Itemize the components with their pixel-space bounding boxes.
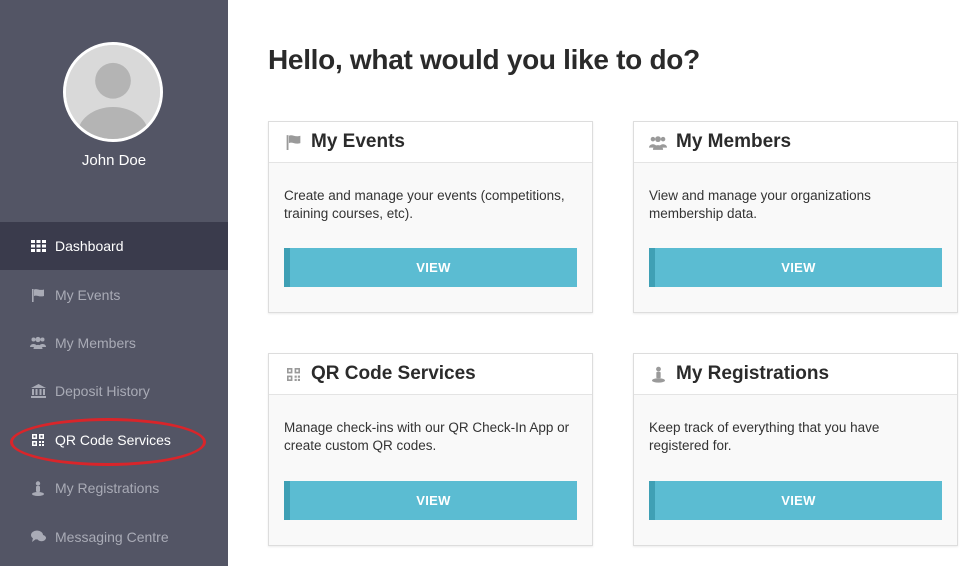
card-description: View and manage your organizations membe…: [649, 188, 871, 221]
sidebar-item-label: My Members: [55, 334, 136, 351]
main-content: Hello, what would you like to do? My Eve…: [228, 0, 973, 566]
qr-code-icon: [30, 432, 46, 448]
sidebar-item-my-events[interactable]: My Events: [0, 270, 228, 318]
card-title: My Members: [676, 131, 792, 152]
card-title: My Events: [311, 131, 405, 152]
flag-icon: [283, 133, 303, 151]
view-button[interactable]: VIEW: [649, 481, 942, 520]
user-name: John Doe: [81, 152, 147, 169]
card-header: QR Code Services: [269, 354, 592, 395]
view-button[interactable]: VIEW: [284, 248, 577, 287]
card-header: My Members: [634, 122, 957, 163]
card-title: QR Code Services: [311, 363, 476, 384]
card-title: My Registrations: [676, 363, 830, 384]
card-description: Keep track of everything that you have r…: [649, 420, 880, 453]
page-title: Hello, what would you like to do?: [268, 44, 700, 75]
users-icon: [30, 335, 46, 351]
sidebar: John Doe Dashboard My Events My Members …: [0, 0, 228, 566]
card-description: Manage check-ins with our QR Check-In Ap…: [284, 420, 570, 453]
person-pin-icon: [30, 480, 46, 496]
sidebar-item-label: QR Code Services: [55, 431, 171, 448]
bank-icon: [30, 383, 46, 399]
sidebar-item-label: Messaging Centre: [55, 528, 169, 545]
sidebar-item-qr-code-services[interactable]: QR Code Services: [0, 416, 228, 464]
avatar[interactable]: [63, 42, 163, 142]
user-silhouette-icon: [66, 45, 160, 139]
sidebar-item-my-registrations[interactable]: My Registrations: [0, 464, 228, 512]
sidebar-item-dashboard[interactable]: Dashboard: [0, 222, 228, 271]
sidebar-item-deposit-history[interactable]: Deposit History: [0, 367, 228, 415]
sidebar-nav: Dashboard My Events My Members Deposit H…: [0, 222, 228, 561]
card-header: My Registrations: [634, 354, 957, 395]
chat-icon: [30, 529, 46, 545]
flag-icon: [30, 287, 46, 303]
users-icon: [648, 133, 668, 151]
grid-icon: [30, 238, 46, 254]
sidebar-item-label: Deposit History: [55, 383, 150, 400]
qr-code-icon: [283, 365, 303, 383]
sidebar-item-my-members[interactable]: My Members: [0, 319, 228, 367]
card-my-events: My Events Create and manage your events …: [268, 121, 593, 313]
card-my-registrations: My Registrations Keep track of everythin…: [633, 353, 958, 546]
card-qr-code-services: QR Code Services Manage check-ins with o…: [268, 353, 593, 546]
sidebar-item-messaging-centre[interactable]: Messaging Centre: [0, 512, 228, 560]
person-pin-icon: [648, 365, 668, 383]
sidebar-item-label: My Registrations: [55, 480, 160, 497]
view-button[interactable]: VIEW: [649, 248, 942, 287]
card-my-members: My Members View and manage your organiza…: [633, 121, 958, 313]
card-description: Create and manage your events (competiti…: [284, 188, 565, 221]
view-button[interactable]: VIEW: [284, 481, 577, 520]
sidebar-item-label: My Events: [55, 286, 121, 303]
card-header: My Events: [269, 122, 592, 163]
sidebar-item-label: Dashboard: [55, 238, 124, 255]
